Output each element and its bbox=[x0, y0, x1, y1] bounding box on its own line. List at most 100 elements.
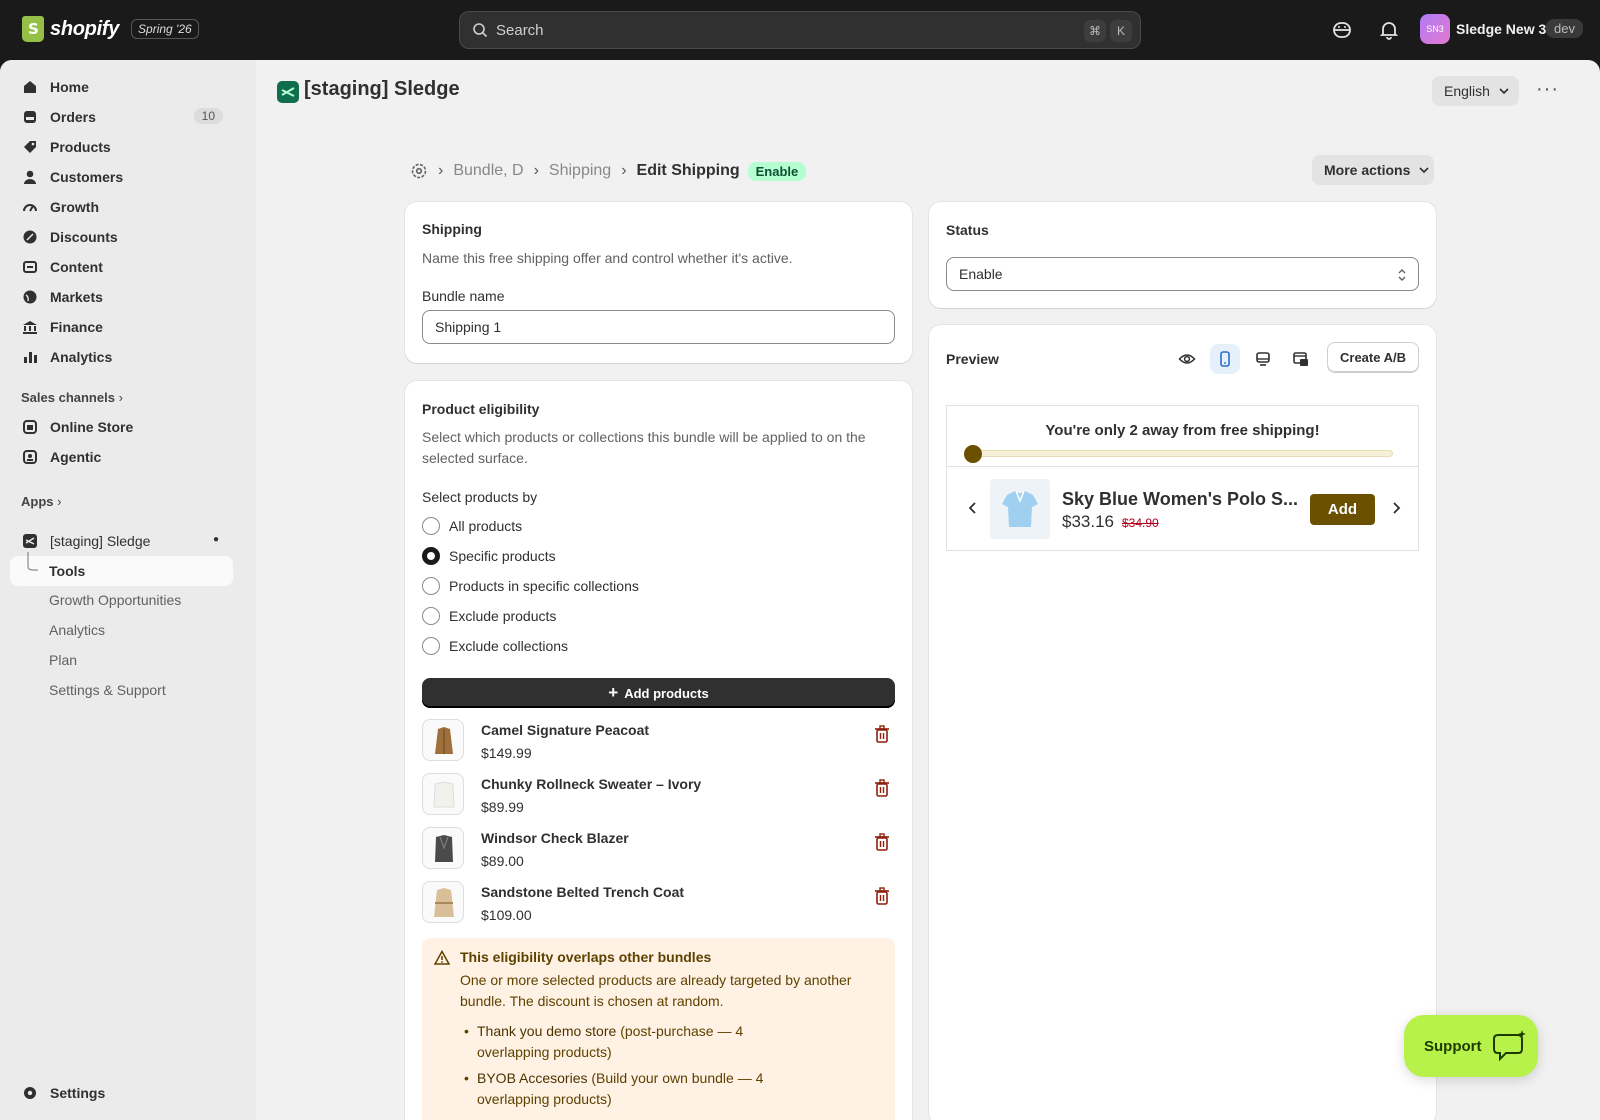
apps-header[interactable]: Apps › bbox=[21, 494, 61, 509]
overlap-warning-banner: This eligibility overlaps other bundles … bbox=[422, 938, 895, 1120]
sidebar-item-settings[interactable]: Settings bbox=[10, 1078, 233, 1108]
trash-icon[interactable] bbox=[874, 887, 890, 905]
card-title: Preview bbox=[946, 351, 999, 367]
more-actions-button[interactable]: More actions bbox=[1312, 155, 1434, 185]
more-options-icon[interactable]: ··· bbox=[1536, 78, 1559, 101]
radio-button[interactable] bbox=[422, 517, 440, 535]
store-icon bbox=[23, 420, 37, 434]
chevron-down-icon bbox=[1499, 88, 1509, 95]
radio-button[interactable] bbox=[422, 637, 440, 655]
overlap-bundle-link[interactable]: Thank you demo store bbox=[477, 1023, 616, 1039]
app-pin-dot: ● bbox=[212, 534, 219, 545]
trash-icon[interactable] bbox=[874, 833, 890, 851]
sidebar-item-online-store[interactable]: Online Store bbox=[10, 412, 233, 442]
radio-exclude-collections[interactable]: Exclude collections bbox=[422, 637, 568, 655]
cart-view-toggle[interactable] bbox=[1286, 344, 1316, 374]
progress-indicator bbox=[964, 445, 982, 463]
shopify-logo[interactable]: shopify Spring '26 bbox=[22, 16, 199, 42]
bell-icon[interactable] bbox=[1377, 18, 1401, 42]
sidebar-sub-growth-opportunities[interactable]: Growth Opportunities bbox=[49, 592, 181, 608]
breadcrumb-bundle[interactable]: Bundle, D bbox=[453, 162, 523, 180]
product-price: $109.00 bbox=[481, 907, 532, 923]
product-name: Chunky Rollneck Sweater – Ivory bbox=[481, 776, 702, 792]
product-thumbnail bbox=[422, 881, 464, 923]
store-avatar[interactable]: SN3 bbox=[1420, 14, 1450, 44]
sidebar-item-label: Settings bbox=[50, 1085, 106, 1101]
trash-icon[interactable] bbox=[874, 725, 890, 743]
store-name[interactable]: Sledge New 3 bbox=[1456, 21, 1546, 37]
radio-button[interactable] bbox=[422, 607, 440, 625]
product-name: Sandstone Belted Trench Coat bbox=[481, 884, 685, 900]
sidebar-item-products[interactable]: Products bbox=[10, 132, 233, 162]
sidebar-sub-analytics[interactable]: Analytics bbox=[49, 622, 105, 638]
status-select[interactable]: Enable bbox=[946, 257, 1419, 291]
card-description: Select which products or collections thi… bbox=[422, 429, 866, 466]
sidebar-item-customers[interactable]: Customers bbox=[10, 162, 233, 192]
search-bar[interactable]: Search ⌘ K bbox=[459, 11, 1141, 49]
language-selector[interactable]: English bbox=[1432, 76, 1519, 106]
env-badge: dev bbox=[1546, 19, 1583, 38]
overlap-bundle-link[interactable]: BYOB Accesories bbox=[477, 1070, 588, 1086]
radio-button[interactable] bbox=[422, 577, 440, 595]
sidebar-item-markets[interactable]: Markets bbox=[10, 282, 233, 312]
orders-icon bbox=[24, 111, 36, 123]
sidebar-item-label: Home bbox=[50, 79, 89, 95]
preview-view-icon[interactable] bbox=[1172, 344, 1202, 374]
sidebar-item-home[interactable]: Home bbox=[10, 72, 233, 102]
chevron-left-icon[interactable] bbox=[967, 501, 979, 515]
sidebar-item-analytics[interactable]: Analytics bbox=[10, 342, 233, 372]
product-price: $89.99 bbox=[481, 799, 524, 815]
add-products-button[interactable]: + Add products bbox=[422, 678, 895, 708]
support-button[interactable]: Support bbox=[1404, 1015, 1538, 1077]
eye-icon bbox=[1178, 354, 1196, 364]
sidebar-sub-plan[interactable]: Plan bbox=[49, 652, 77, 668]
settings-gear-icon[interactable] bbox=[410, 162, 428, 180]
search-placeholder: Search bbox=[496, 21, 544, 39]
shipping-card: Shipping Name this free shipping offer a… bbox=[405, 202, 912, 363]
card-description: Name this free shipping offer and contro… bbox=[422, 250, 793, 266]
create-ab-button[interactable]: Create A/B bbox=[1327, 342, 1419, 372]
radio-specific-collections[interactable]: Products in specific collections bbox=[422, 577, 639, 595]
orders-count-badge: 10 bbox=[193, 108, 223, 124]
bank-icon bbox=[23, 321, 37, 334]
product-thumbnail bbox=[422, 719, 464, 761]
gauge-icon bbox=[23, 204, 37, 212]
sidebar-item-orders[interactable]: Orders 10 bbox=[10, 102, 233, 132]
radio-exclude-products[interactable]: Exclude products bbox=[422, 607, 556, 625]
sidebar-item-agentic[interactable]: Agentic bbox=[10, 442, 233, 472]
sidebar-item-content[interactable]: Content bbox=[10, 252, 233, 282]
bundle-name-input[interactable]: Shipping 1 bbox=[422, 310, 895, 344]
radio-label: Specific products bbox=[449, 548, 556, 564]
preview-frame: You're only 2 away from free shipping! S… bbox=[946, 405, 1419, 551]
breadcrumb-shipping[interactable]: Shipping bbox=[549, 162, 611, 180]
sidebar-sub-tools[interactable]: Tools bbox=[10, 552, 233, 586]
preview-compare-price: $34.90 bbox=[1122, 516, 1159, 530]
sales-channels-header[interactable]: Sales channels › bbox=[21, 390, 123, 405]
preview-add-button[interactable]: Add bbox=[1310, 494, 1375, 525]
radio-all-products[interactable]: All products bbox=[422, 517, 522, 535]
sidebar-item-label: Customers bbox=[50, 169, 124, 185]
sidebar-item-label: Discounts bbox=[50, 229, 118, 245]
product-thumbnail bbox=[422, 773, 464, 815]
sidebar-sub-settings-support[interactable]: Settings & Support bbox=[49, 682, 166, 698]
breadcrumb-current: Edit Shipping bbox=[636, 162, 740, 179]
radio-button-checked[interactable] bbox=[422, 547, 440, 565]
sidebar-item-growth[interactable]: Growth bbox=[10, 192, 233, 222]
product-name: Windsor Check Blazer bbox=[481, 830, 629, 846]
trash-icon[interactable] bbox=[874, 779, 890, 797]
mobile-view-toggle[interactable] bbox=[1210, 344, 1240, 374]
sidebar: Home Orders 10 Products Customers Growth… bbox=[0, 60, 256, 1120]
radio-specific-products[interactable]: Specific products bbox=[422, 547, 556, 565]
desktop-view-toggle[interactable] bbox=[1248, 344, 1278, 374]
app-shell: Home Orders 10 Products Customers Growth… bbox=[0, 60, 1600, 1120]
product-price: $89.00 bbox=[481, 853, 524, 869]
preview-product-price: $33.16 bbox=[1062, 512, 1114, 531]
sidebar-item-label: Online Store bbox=[50, 419, 134, 435]
sidebar-item-finance[interactable]: Finance bbox=[10, 312, 233, 342]
chevron-right-icon[interactable] bbox=[1390, 501, 1402, 515]
sidekick-icon[interactable] bbox=[1330, 18, 1354, 42]
shortcut-cmd: ⌘ bbox=[1084, 20, 1106, 42]
card-title: Status bbox=[946, 222, 989, 238]
sidebar-item-app[interactable]: [staging] Sledge ● bbox=[10, 526, 233, 556]
sidebar-item-discounts[interactable]: Discounts bbox=[10, 222, 233, 252]
